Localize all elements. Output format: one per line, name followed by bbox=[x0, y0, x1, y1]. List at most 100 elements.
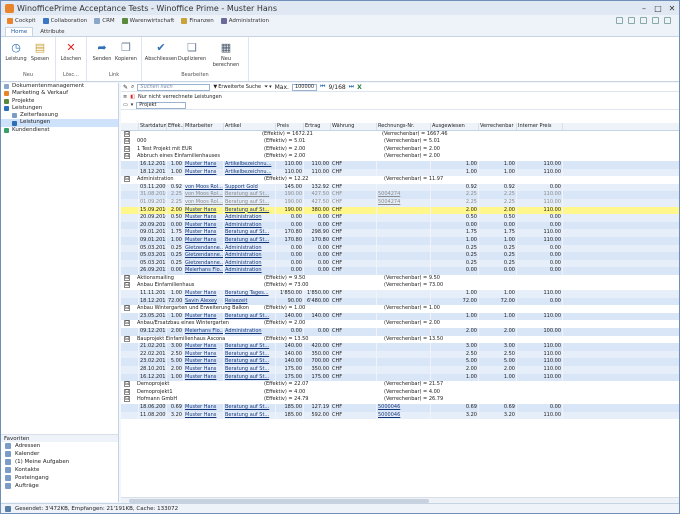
group-by-select[interactable]: Projekt bbox=[136, 101, 187, 109]
column-header[interactable] bbox=[121, 123, 139, 130]
expand-icon[interactable]: ⊟ bbox=[121, 305, 135, 313]
expand-icon[interactable]: ⊟ bbox=[121, 138, 135, 146]
favorite-item[interactable]: Kalender bbox=[1, 450, 118, 458]
excel-export-icon[interactable]: X bbox=[357, 84, 362, 91]
tree-item-marketing[interactable]: Marketing & Verkauf bbox=[1, 90, 118, 97]
collapse-icon[interactable]: ⊟ bbox=[124, 130, 130, 137]
table-row[interactable]: 03.11.2009 0.92 von Moos Rol... Support Gol… bbox=[121, 183, 679, 192]
group-row[interactable]: ⊟ Administration (Effektiv) = 12.22 (Verrec… bbox=[121, 176, 679, 184]
expand-icon[interactable]: ⊟ bbox=[121, 282, 135, 290]
column-header[interactable]: Artikel bbox=[224, 123, 276, 130]
table-row[interactable]: 20.09.2010 0.50 Muster Hans Administration 0… bbox=[121, 214, 679, 222]
table-row[interactable]: 18.12.2013 72.00 Savin Alexey Reisezeit 90.0… bbox=[121, 297, 679, 306]
group-row[interactable]: ⊟ Anbau Wintergarten und Erweiterung Balk… bbox=[121, 305, 679, 313]
filter-toggle-icon[interactable]: ◧ bbox=[130, 94, 135, 100]
group-row[interactable]: ⊟ 000 (Effektiv) = 5.01 (Verrechenbar) = 5.… bbox=[121, 138, 679, 146]
group-row[interactable]: ⊟ Abbruch eines Einfamilienhauses (Effekti… bbox=[121, 153, 679, 161]
table-row[interactable]: 23.02.2013 5.00 Muster Hans Beratung auf St… bbox=[121, 358, 679, 366]
first-page-icon[interactable]: ⏮ bbox=[320, 83, 325, 91]
table-row[interactable]: 16.12.2013 1.00 Muster Hans Artikelbezeichn… bbox=[121, 160, 679, 169]
table-row[interactable]: 31.08.2010 2.25 von Moos Rol... Beratung au… bbox=[121, 191, 679, 199]
table-row[interactable]: 11.11.2013 1.00 Muster Hans Beratung Tages.… bbox=[121, 290, 679, 298]
leistung-button[interactable]: ◷ Leistung bbox=[4, 40, 28, 63]
table-row[interactable]: 20.09.2010 0.00 Muster Hans Administration 0… bbox=[121, 221, 679, 230]
column-header[interactable]: Mitarbeiter bbox=[184, 123, 224, 130]
group-row[interactable]: ⊟ Anbau/Ersatzbau eines Wintergarten (Effe… bbox=[121, 320, 679, 329]
close-icon[interactable]: ✕ bbox=[665, 4, 679, 13]
column-header[interactable]: Ertrag bbox=[304, 123, 331, 130]
document-icon[interactable]: ▭ bbox=[123, 102, 128, 108]
table-row[interactable]: 09.12.2013 2.00 Meierhans Flo... Administra… bbox=[121, 328, 679, 336]
collapse-icon[interactable]: ⊟ bbox=[124, 396, 130, 403]
filter-dropdown[interactable]: ⏷ ▾ bbox=[264, 84, 272, 90]
toggle-icon[interactable]: ≡ bbox=[123, 94, 127, 100]
table-row[interactable]: 21.02.2013 3.00 Muster Hans Beratung auf St… bbox=[121, 343, 679, 351]
tree-item-leistungen-parent[interactable]: Leistungen bbox=[1, 105, 118, 112]
send-button[interactable]: ➦ Senden bbox=[90, 40, 114, 63]
column-header[interactable]: Startdatum bbox=[139, 123, 167, 130]
table-row[interactable]: 28.10.2013 2.00 Muster Hans Beratung auf St… bbox=[121, 366, 679, 374]
link-icon[interactable] bbox=[640, 17, 647, 24]
group-row[interactable]: ⊟ Aktionsmailing (Effektiv) = 9.50 (Verrech… bbox=[121, 274, 679, 283]
recalculate-button[interactable]: ▦ Neu berechnen bbox=[207, 40, 245, 69]
column-header[interactable]: Interner Preis bbox=[517, 123, 563, 130]
table-row[interactable]: 23.05.2013 1.00 Muster Hans Beratung auf St… bbox=[121, 312, 679, 321]
group-row[interactable]: ⊟ (Effektiv) = 1672.21 (Verrechenbar) = 16… bbox=[121, 130, 679, 139]
user-icon[interactable] bbox=[652, 17, 659, 24]
collapse-icon[interactable]: ⊟ bbox=[124, 145, 130, 152]
table-row[interactable]: 01.09.2010 2.25 von Moos Rol... Beratung au… bbox=[121, 198, 679, 207]
favorite-item[interactable]: Kontakte bbox=[1, 466, 118, 474]
column-header[interactable]: Effek... bbox=[167, 123, 184, 130]
tree-item-dokumentenmanagement[interactable]: Dokumentenmanagement bbox=[1, 83, 118, 90]
table-row[interactable]: 22.02.2013 2.50 Muster Hans Beratung auf St… bbox=[121, 350, 679, 359]
favorite-item[interactable]: Aufträge bbox=[1, 482, 118, 490]
copy-button[interactable]: ❐ Kopieren bbox=[114, 40, 138, 63]
expand-icon[interactable]: ⊟ bbox=[121, 153, 135, 161]
collapse-icon[interactable]: ⊟ bbox=[124, 388, 130, 395]
column-header[interactable]: Ausgewiesen bbox=[431, 123, 479, 130]
column-header[interactable]: Rechnungs-Nr. bbox=[377, 123, 431, 130]
expand-icon[interactable]: ⊟ bbox=[121, 145, 135, 154]
nav-cockpit[interactable]: Cockpit bbox=[7, 17, 36, 24]
column-header[interactable]: Verrechenbar bbox=[479, 123, 517, 130]
favorite-item[interactable]: Adressen bbox=[1, 442, 118, 450]
collapse-icon[interactable]: ⊟ bbox=[124, 381, 130, 388]
expand-icon[interactable]: ⊟ bbox=[121, 396, 135, 404]
spesen-button[interactable]: ▤ Spesen bbox=[28, 40, 52, 63]
favorite-item[interactable]: Posteingang bbox=[1, 474, 118, 482]
collapse-icon[interactable]: ⊟ bbox=[124, 153, 130, 160]
expand-icon[interactable]: ⊟ bbox=[121, 274, 135, 283]
delete-button[interactable]: ✕ Löschen bbox=[59, 40, 83, 63]
column-header[interactable]: Währung bbox=[331, 123, 377, 130]
expand-icon[interactable]: ⊟ bbox=[121, 335, 135, 344]
max-rows-select[interactable]: 100000 bbox=[291, 83, 318, 91]
help-icon[interactable] bbox=[664, 17, 671, 24]
collapse-icon[interactable]: ⊟ bbox=[124, 320, 130, 327]
duplicate-button[interactable]: ❏ Duplizieren bbox=[177, 40, 207, 63]
table-row[interactable]: 18.06.2009 0.69 Muster Hans Beratung auf St… bbox=[121, 403, 679, 412]
expand-icon[interactable]: ⊟ bbox=[121, 381, 135, 389]
expand-icon[interactable]: ⊟ bbox=[121, 176, 135, 184]
table-row[interactable]: 15.09.2010 2.00 Muster Hans Beratung auf St… bbox=[121, 206, 679, 215]
collapse-icon[interactable]: ⊟ bbox=[124, 282, 130, 289]
table-row[interactable]: 26.09.2012 0.00 Meierhans Flo... Administra… bbox=[121, 267, 679, 275]
favorite-item[interactable]: (1) Meine Aufgaben bbox=[1, 458, 118, 466]
group-row[interactable]: ⊟ Hofmann GmbH (Effektiv) = 24.79 (Verreche… bbox=[121, 396, 679, 404]
group-row[interactable]: ⊟ 1 Test Projekt mit EUR (Effektiv) = 2.00… bbox=[121, 145, 679, 154]
minimize-icon[interactable]: – bbox=[637, 4, 651, 13]
tree-item-zeiterfassung[interactable]: Zeiterfassung bbox=[1, 112, 118, 119]
nav-warenwirtschaft[interactable]: Warenwirtschaft bbox=[121, 17, 174, 24]
tree-item-leistungen[interactable]: Leistungen bbox=[1, 119, 118, 127]
advanced-search-button[interactable]: ▼ Erweiterte Suche bbox=[213, 84, 261, 90]
column-header[interactable]: Preis bbox=[276, 123, 304, 130]
collapse-icon[interactable]: ⊟ bbox=[124, 138, 130, 145]
collapse-icon[interactable]: ⊟ bbox=[124, 274, 130, 281]
filter-label[interactable]: Nur nicht verrechnete Leistungen bbox=[138, 94, 222, 100]
settings-icon[interactable] bbox=[616, 17, 623, 24]
search-input[interactable]: Suchen nach bbox=[137, 83, 211, 91]
table-row[interactable]: 09.01.2012 1.00 Muster Hans Beratung auf St… bbox=[121, 236, 679, 245]
tab-attribute[interactable]: Attribute bbox=[35, 28, 69, 36]
edit-icon[interactable]: ✎ bbox=[123, 84, 128, 91]
expand-icon[interactable]: ⊟ bbox=[121, 320, 135, 328]
table-row[interactable]: 11.08.2009 3.20 Muster Hans Beratung auf St… bbox=[121, 411, 679, 420]
